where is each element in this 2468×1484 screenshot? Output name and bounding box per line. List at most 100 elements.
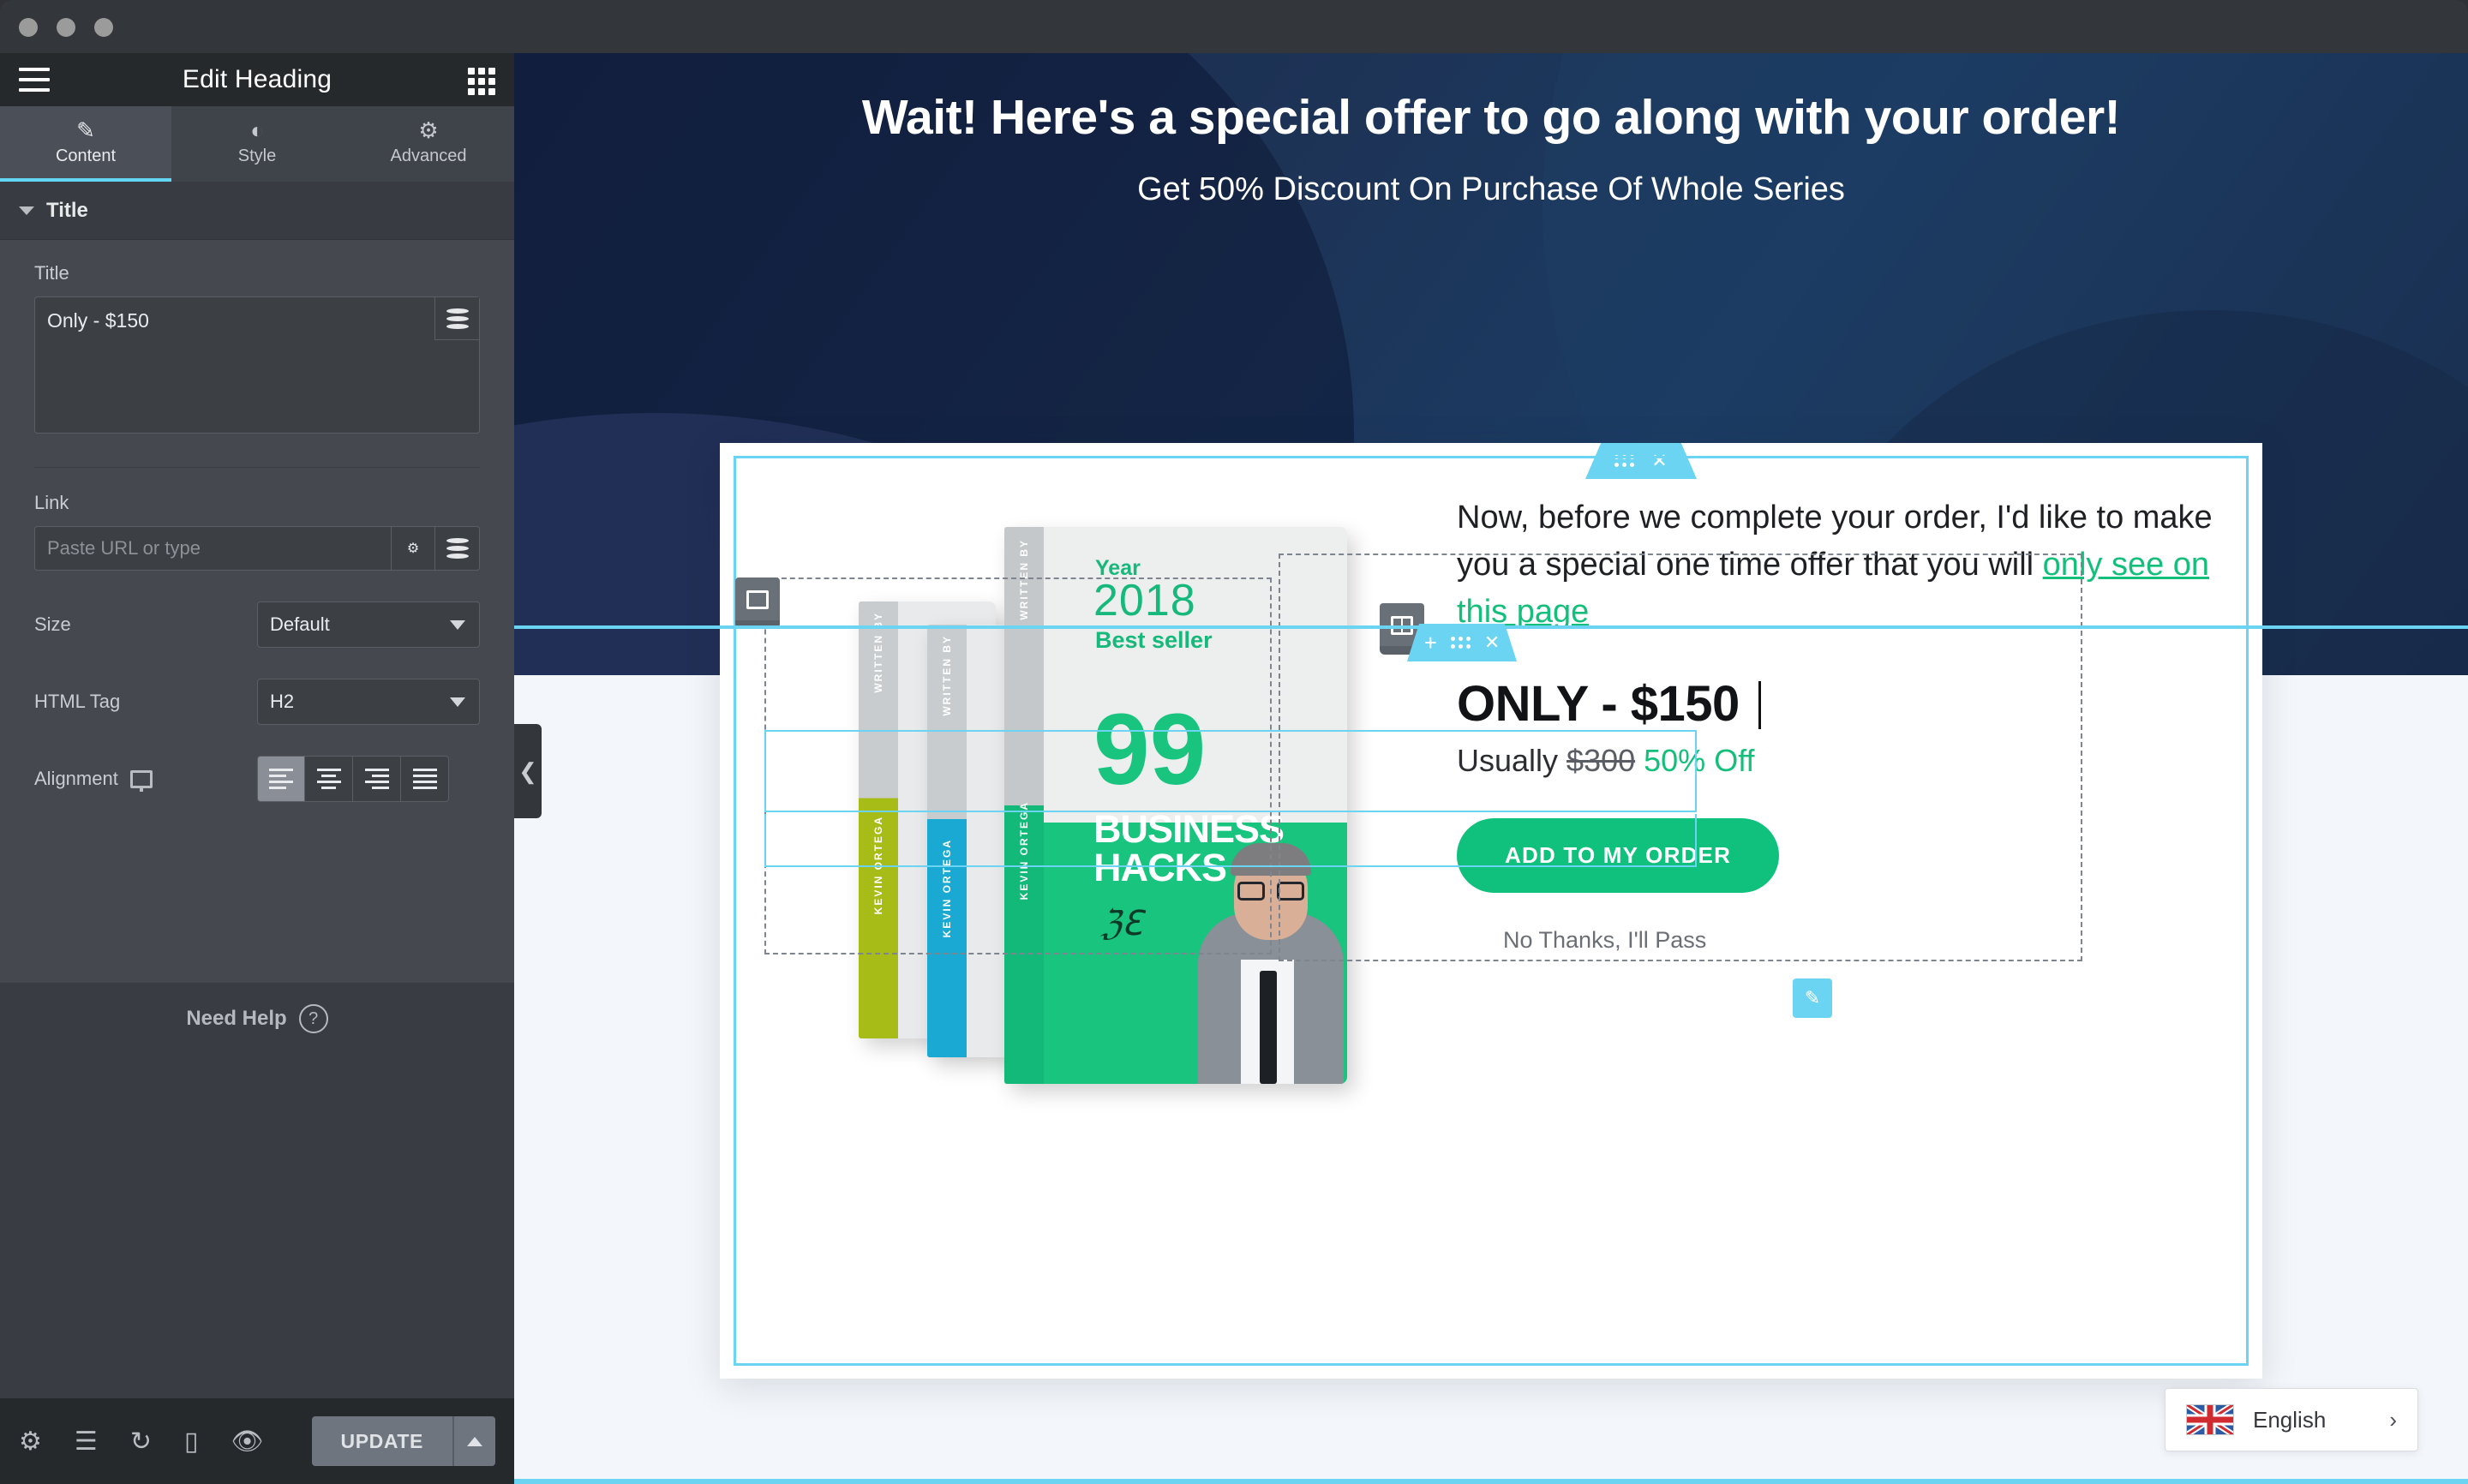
question-circle-icon[interactable]: ? [298, 1004, 328, 1033]
window-controls[interactable] [19, 18, 113, 37]
section-handle[interactable]: ✕ [1585, 443, 1697, 479]
close-icon[interactable]: ✕ [1651, 452, 1667, 470]
field-divider [34, 467, 480, 468]
preview-icon[interactable]: 👁 [231, 1427, 263, 1457]
chevron-down-icon [19, 206, 34, 215]
update-button[interactable]: UPDATE [311, 1416, 452, 1466]
contrast-icon: ◐ [250, 117, 264, 143]
link-field-label: Link [34, 492, 69, 513]
author-tie [1260, 971, 1277, 1084]
title-field-label: Title [34, 262, 69, 284]
alignment-buttons [257, 756, 449, 802]
align-left-button[interactable] [257, 756, 305, 802]
book-cover: Year 2018 Best seller 99 BUSINESS HACKS … [1044, 527, 1347, 1084]
edit-widget-button[interactable]: ✎ [1793, 978, 1832, 1018]
update-button-group: UPDATE [311, 1416, 495, 1466]
section-title-header[interactable]: Title [0, 182, 514, 240]
alignment-control-row: Alignment [34, 756, 480, 802]
language-selector[interactable]: English › [2165, 1388, 2418, 1451]
alignment-label: Alignment [34, 768, 118, 789]
grid-icon[interactable] [468, 68, 495, 95]
price-usually-label: Usually [1457, 743, 1567, 779]
book-spine-written-by: WRITTEN BY [941, 635, 953, 716]
chevron-up-icon [467, 1436, 482, 1446]
size-label: Size [34, 613, 71, 635]
need-help-label: Need Help [186, 1007, 287, 1030]
gear-icon: ⚙ [418, 117, 439, 143]
tab-advanced[interactable]: ⚙ Advanced [343, 106, 514, 182]
panel-empty-area [0, 983, 514, 1433]
book-best-seller: Best seller [1095, 627, 1213, 653]
window-close-dot[interactable] [19, 18, 38, 37]
price-heading[interactable]: ONLY - $150 [1457, 675, 2228, 733]
link-options-icon[interactable]: ⚙ [391, 526, 435, 571]
book-number: 99 [1093, 693, 1207, 806]
widget-handle[interactable]: + ✕ [1407, 624, 1517, 661]
close-icon[interactable]: ✕ [1484, 633, 1500, 652]
book-image-column: WRITTEN BY KEVIN ORTEGA WRITTEN BY KEVIN… [756, 477, 1407, 1317]
tab-content[interactable]: ✎ Content [0, 106, 171, 182]
window-maximize-dot[interactable] [94, 18, 113, 37]
dynamic-tags-icon-title[interactable] [434, 297, 479, 340]
panel-body: Title Link ⚙ Size Default [0, 240, 514, 802]
size-control-row: Size Default [34, 601, 480, 648]
layers-icon[interactable]: ☰ [75, 1427, 98, 1457]
history-icon[interactable]: ↻ [130, 1427, 152, 1457]
offer-paragraph: Now, before we complete your order, I'd … [1457, 494, 2228, 636]
panel-tabs: ✎ Content ◐ Style ⚙ Advanced [0, 106, 514, 182]
gear-icon: ⚙ [406, 542, 420, 556]
price-heading-text: ONLY - $150 [1457, 676, 1740, 733]
offer-card: ✕ WRITTEN BY KEVIN ORTEGA WRITTEN BY KEV… [720, 443, 2262, 1379]
hero-headline: Wait! Here's a special offer to go along… [861, 90, 2121, 145]
chevron-down-icon [450, 697, 465, 707]
window-titlebar [0, 0, 2468, 53]
drag-dots-icon[interactable] [1450, 637, 1471, 649]
book-spine-written-by: WRITTEN BY [1018, 539, 1030, 620]
drag-dots-icon[interactable] [1614, 455, 1635, 467]
add-to-order-button[interactable]: ADD TO MY ORDER [1457, 818, 1780, 894]
tab-style[interactable]: ◐ Style [171, 106, 343, 182]
section-title-label: Title [46, 198, 88, 222]
editor-panel: Edit Heading ✎ Content ◐ Style ⚙ Advance… [0, 53, 514, 1484]
column-icon [1391, 616, 1413, 635]
gear-icon[interactable]: ⚙ [19, 1427, 42, 1457]
offer-text-column: Now, before we complete your order, I'd … [1457, 494, 2228, 954]
panel-header: Edit Heading [0, 53, 514, 106]
desktop-device-icon[interactable] [129, 769, 153, 788]
book-signature: ℨℇ [1100, 904, 1143, 943]
column-handle-left[interactable] [735, 577, 780, 629]
size-select-value: Default [270, 613, 330, 635]
htmltag-select[interactable]: H2 [257, 679, 480, 725]
preview-canvas: Wait! Here's a special offer to go along… [514, 53, 2468, 1484]
size-select[interactable]: Default [257, 601, 480, 648]
panel-title: Edit Heading [182, 65, 332, 93]
book-spine-author: KEVIN ORTEGA [941, 839, 953, 938]
htmltag-control-row: HTML Tag H2 [34, 679, 480, 725]
title-input[interactable] [34, 296, 480, 434]
align-justify-button[interactable] [401, 756, 449, 802]
align-center-button[interactable] [305, 756, 353, 802]
window-minimize-dot[interactable] [57, 18, 75, 37]
chevron-down-icon [450, 619, 465, 630]
price-subtext: Usually $300 50% Off [1457, 743, 2228, 779]
plus-icon[interactable]: + [1424, 630, 1437, 656]
decline-offer-link[interactable]: No Thanks, I'll Pass [1503, 927, 2228, 954]
update-dropdown-button[interactable] [452, 1416, 495, 1466]
responsive-icon[interactable]: ▯ [184, 1427, 199, 1457]
hero-subheadline: Get 50% Discount On Purchase Of Whole Se… [1137, 171, 1845, 207]
book-spine-written-by: WRITTEN BY [872, 612, 884, 693]
tab-style-label: Style [237, 146, 277, 165]
text-cursor [1758, 681, 1761, 730]
title-field-wrap [34, 296, 480, 438]
book-spine: WRITTEN BY KEVIN ORTEGA [927, 625, 967, 1057]
link-input[interactable] [34, 526, 391, 571]
panel-collapse-button[interactable]: ❮ [514, 724, 542, 818]
align-right-button[interactable] [353, 756, 401, 802]
need-help[interactable]: Need Help ? [0, 1004, 514, 1033]
author-glasses-icon [1237, 882, 1304, 901]
pencil-icon: ✎ [76, 117, 95, 143]
price-old-value: $300 [1566, 743, 1636, 779]
dynamic-tags-icon-link[interactable] [435, 526, 480, 571]
app-root: Edit Heading ✎ Content ◐ Style ⚙ Advance… [0, 0, 2468, 1484]
link-field-wrap: ⚙ [34, 526, 480, 571]
